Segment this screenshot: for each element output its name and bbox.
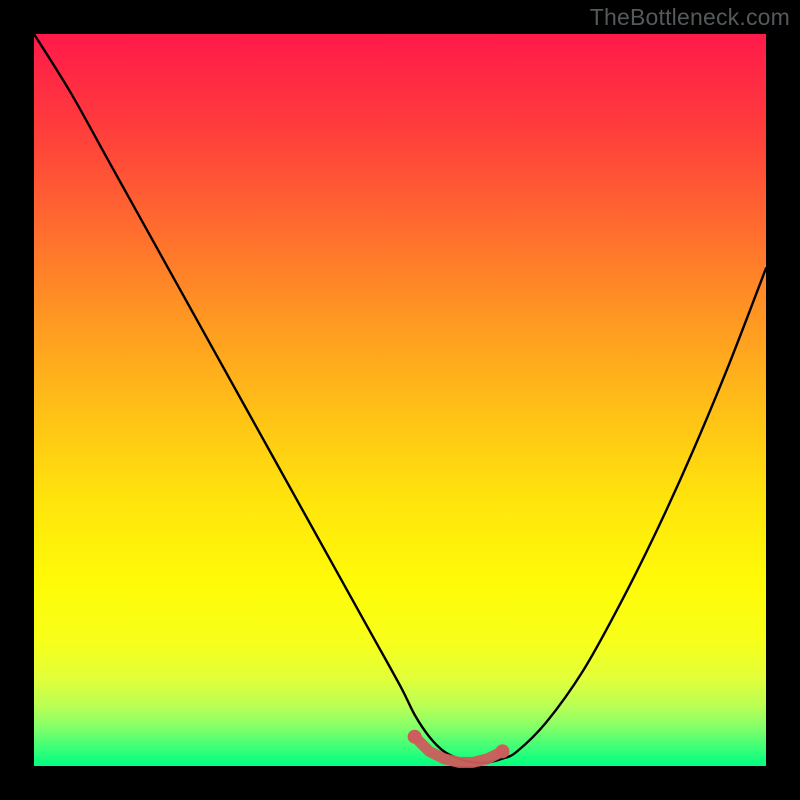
curve-line [34, 34, 766, 763]
watermark-text: TheBottleneck.com [590, 4, 790, 31]
chart-svg [34, 34, 766, 766]
plot-area [34, 34, 766, 766]
highlight-segment [408, 730, 510, 763]
chart-frame: TheBottleneck.com [0, 0, 800, 800]
